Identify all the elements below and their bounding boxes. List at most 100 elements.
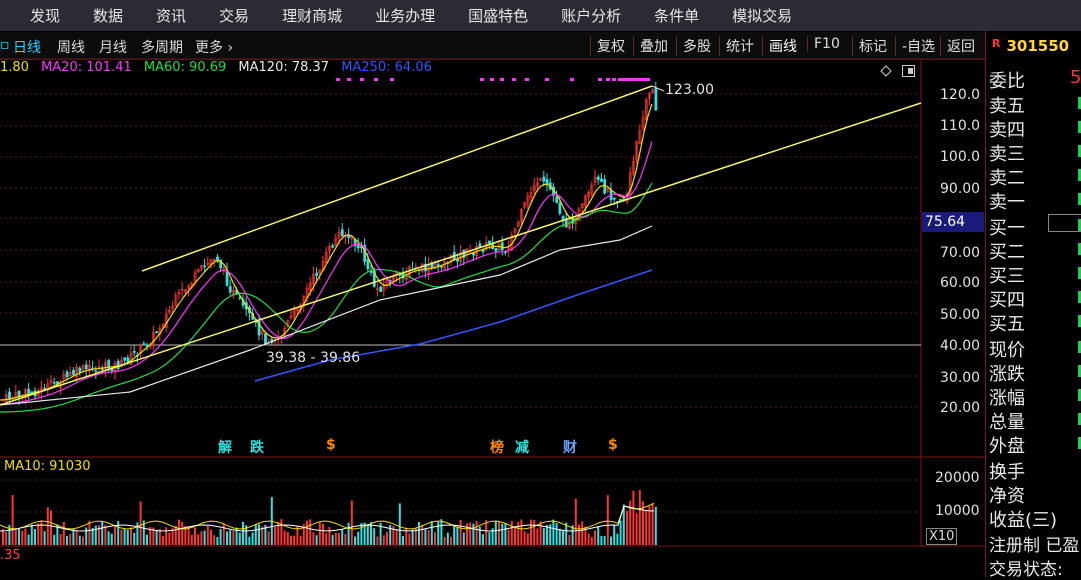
volume-bar (315, 535, 318, 545)
price-axis-label: 110.0 (940, 118, 981, 134)
event-marker[interactable]: 减 (515, 437, 529, 457)
volume-bar (546, 525, 548, 545)
price-axis-label: 70.00 (940, 245, 981, 261)
volume-bar (226, 531, 228, 545)
candle-body (94, 370, 98, 372)
volume-bar (578, 524, 580, 545)
volume-bar (606, 495, 609, 545)
candle-body (132, 351, 136, 353)
volume-bar (434, 532, 436, 545)
volume-bar (536, 528, 539, 545)
event-marker[interactable]: $ (326, 437, 336, 453)
volume-bar (514, 526, 516, 545)
volume-bar (232, 530, 235, 545)
signal-dot (490, 78, 494, 81)
signal-dot (525, 78, 529, 81)
volume-bar (293, 535, 296, 545)
volume-bar (654, 506, 657, 545)
stat-label: 现价 (989, 340, 1025, 361)
signal-dot (626, 78, 630, 81)
candle-body (472, 252, 475, 256)
volume-bar (347, 522, 350, 545)
volume-bar (280, 519, 283, 545)
volume-bar (386, 531, 388, 545)
volume-bar (475, 520, 478, 545)
signal-dot (347, 78, 351, 81)
volume-bar (411, 529, 414, 545)
volume-bar (539, 521, 542, 545)
sell-level-label: 卖三 (989, 144, 1025, 165)
volume-bar (619, 520, 622, 545)
signal-dot (646, 78, 650, 81)
volume-bar (507, 529, 510, 545)
volume-bar (510, 520, 513, 545)
event-marker[interactable]: 榜 (490, 437, 504, 457)
candle-body (331, 245, 335, 248)
candle-body (612, 197, 616, 200)
event-marker[interactable]: 解 (218, 437, 232, 457)
volume-bar (190, 534, 193, 545)
price-axis-label: 100.0 (940, 149, 981, 165)
volume-bar (382, 535, 385, 545)
buy-level-label: 买一 (989, 218, 1025, 239)
signal-dot (500, 78, 504, 81)
sell-level-label: 卖五 (989, 96, 1025, 117)
price-axis-label: 50.00 (940, 307, 981, 323)
volume-bar (40, 520, 43, 545)
signal-dot (545, 78, 549, 81)
volume-bar (85, 527, 88, 545)
volume-bar (248, 536, 251, 545)
volume-bar (395, 529, 398, 545)
stat-label: 涨跌 (989, 364, 1025, 385)
volume-bar (66, 535, 68, 545)
candle-body (78, 367, 82, 374)
event-marker[interactable]: $ (608, 437, 618, 453)
volume-bar (53, 534, 56, 545)
volume-bar (155, 530, 158, 545)
volume-bar (651, 503, 654, 545)
volume-bar (290, 535, 292, 545)
candle-body (72, 369, 75, 376)
volume-bar (213, 535, 216, 545)
candle-body (340, 229, 344, 237)
kline-chart[interactable] (0, 0, 985, 577)
volume-bar (168, 532, 171, 545)
volume-bar (587, 533, 590, 545)
volume-bar (158, 529, 161, 545)
price-axis-label: 20.00 (940, 400, 981, 416)
volume-bar (520, 519, 523, 545)
volume-bar (11, 495, 14, 545)
event-marker[interactable]: 财 (563, 437, 577, 457)
volume-bar (114, 526, 116, 545)
candle-body (545, 179, 549, 184)
volume-bar (517, 521, 520, 545)
candle-body (203, 265, 207, 268)
volume-bar (338, 533, 340, 545)
volume-bar (645, 510, 648, 545)
volume-bar (635, 513, 638, 545)
candle-body (654, 87, 658, 111)
volume-bar (568, 534, 571, 545)
window-icon[interactable] (902, 62, 915, 77)
trade-status-label: 交易状态: (989, 560, 1063, 580)
volume-bar (466, 523, 468, 545)
candle-body (488, 240, 491, 244)
event-marker[interactable]: 跌 (250, 437, 264, 457)
stat-label: 收益(三) (989, 510, 1058, 531)
trend-line-upper (141, 85, 653, 272)
candle-body (65, 371, 69, 378)
volume-bar (357, 531, 360, 545)
volume-bar (325, 533, 328, 545)
price-axis-label: 120.0 (940, 87, 981, 103)
stock-code[interactable]: R 301550 (992, 37, 1069, 55)
volume-scale-button[interactable]: X10 (926, 528, 958, 545)
volume-bar (366, 524, 369, 545)
volume-bar (162, 536, 164, 545)
volume-bar (283, 530, 286, 545)
low-annotation: 39.38 - 39.86 (266, 350, 361, 366)
volume-bar (597, 526, 600, 545)
volume-bar (443, 536, 446, 545)
signal-dot (634, 78, 638, 81)
signal-dot (638, 78, 642, 81)
diamond-icon[interactable] (880, 62, 892, 77)
